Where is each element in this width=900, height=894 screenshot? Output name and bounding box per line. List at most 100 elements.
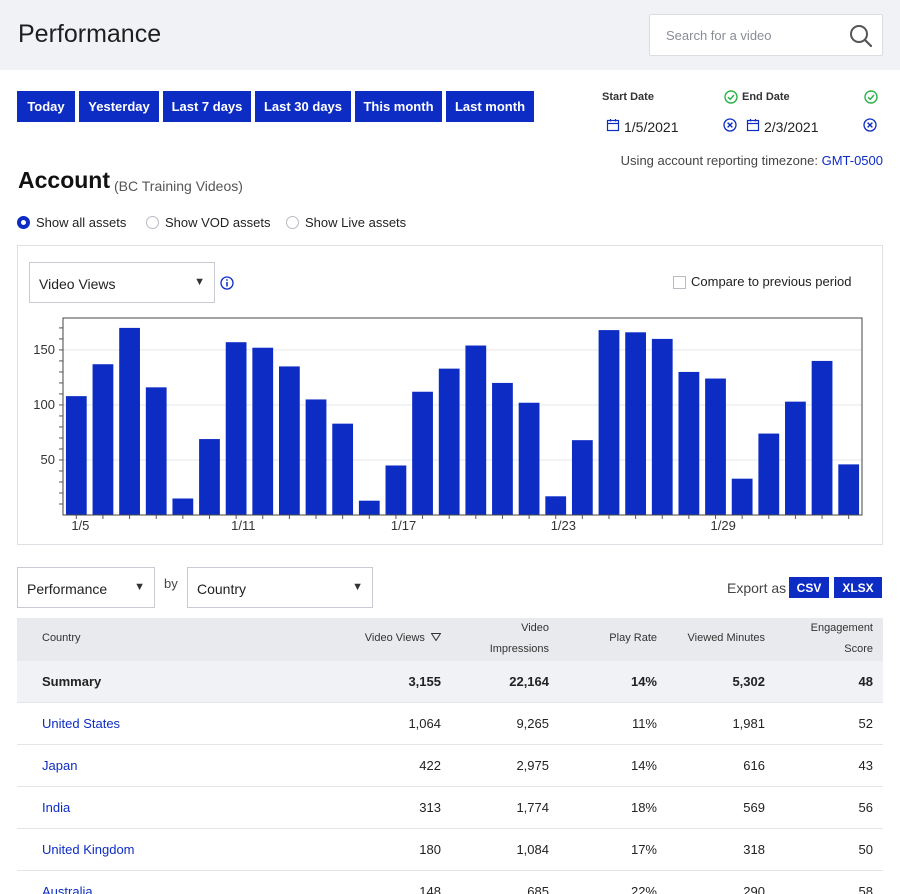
table-row: Japan 422 2,975 14% 616 43 [17,745,883,787]
metric-select[interactable]: Video Views ▼ [29,262,215,303]
video-views-chart: 50 100 150 1/5 1/11 1/17 1/23 1/29 [33,317,863,533]
radio-show-vod-assets[interactable]: Show VOD assets [146,213,271,231]
bar [545,496,567,515]
country-link[interactable]: Australia [42,884,93,894]
x-tick-label: 1/17 [391,518,416,533]
radio-unselected-icon[interactable] [286,215,299,229]
clear-end-date-icon[interactable] [863,118,877,132]
cell-engagement: 52 [858,716,873,731]
last-30-days-button[interactable]: Last 30 days [255,91,351,122]
y-tick-label: 100 [33,397,55,412]
check-circle-icon [864,90,878,104]
sort-down-icon[interactable] [431,633,441,641]
column-header-play-rate[interactable]: Play Rate [609,628,657,649]
column-header-video-impressions[interactable]: Video Impressions [490,618,549,660]
bar [518,402,540,515]
column-header-label: Score [844,643,873,655]
column-header-video-views[interactable]: Video Views [365,628,441,649]
bar [625,332,647,515]
bar [785,401,806,515]
country-link[interactable]: United States [42,716,120,731]
country-link[interactable]: India [42,800,70,815]
radio-show-all-assets[interactable]: Show all assets [17,213,126,231]
table-row: Australia 148 685 22% 290 58 [17,871,883,894]
cell-minutes: 318 [743,842,765,857]
page-header: Performance Search for a video [0,0,900,70]
column-header-country[interactable]: Country [42,628,81,649]
cell-minutes: 290 [743,884,765,894]
compare-checkbox[interactable] [673,276,686,289]
bar [332,423,354,515]
radio-unselected-icon[interactable] [146,215,159,229]
bar [252,347,274,515]
cell-views: 148 [419,884,441,894]
start-date-input[interactable]: 1/5/2021 [624,119,679,135]
summary-row: Summary 3,155 22,164 14% 5,302 48 [17,661,883,703]
last-month-button[interactable]: Last month [446,91,534,122]
x-tick-label: 1/29 [711,518,736,533]
account-subtitle: (BC Training Videos) [114,178,243,194]
cell-play-rate: 14% [630,758,657,773]
bar [571,440,593,515]
cell-minutes: 616 [743,758,765,773]
radio-show-live-assets[interactable]: Show Live assets [286,213,406,231]
cell-impressions: 9,265 [516,716,549,731]
performance-select[interactable]: Performance ▼ [17,567,155,608]
table-row: United Kingdom 180 1,084 17% 318 50 [17,829,883,871]
cell-engagement: 50 [858,842,873,857]
country-link[interactable]: United Kingdom [42,842,135,857]
this-month-button[interactable]: This month [355,91,442,122]
cell-play-rate: 22% [630,884,657,894]
bar [731,478,753,515]
bar [651,338,673,515]
cell-impressions: 1,084 [516,842,549,857]
caret-down-icon: ▼ [134,581,145,593]
yesterday-button[interactable]: Yesterday [79,91,159,122]
performance-select-value: Performance [27,581,108,597]
info-icon[interactable] [220,276,234,290]
export-csv-button[interactable]: CSV [789,577,829,598]
cell-views: 422 [419,758,441,773]
bar [705,378,726,515]
export-xlsx-button[interactable]: XLSX [834,577,882,598]
timezone-prefix: Using account reporting timezone: [620,153,818,168]
cell-views: 1,064 [408,716,441,731]
summary-label: Summary [42,674,102,689]
column-header-label: Impressions [489,643,549,655]
table-row: India 313 1,774 18% 569 56 [17,787,883,829]
table-row: United States 1,064 9,265 11% 1,981 52 [17,703,883,745]
cell-engagement: 48 [858,674,873,689]
country-link[interactable]: Japan [42,758,77,773]
by-label: by [164,576,178,591]
y-tick-label: 150 [33,342,55,357]
end-date-input[interactable]: 2/3/2021 [764,119,819,135]
clear-start-date-icon[interactable] [723,118,737,132]
dimension-select-value: Country [197,581,247,597]
today-button[interactable]: Today [17,91,75,122]
bar [305,399,327,515]
cell-play-rate: 17% [630,842,657,857]
cell-play-rate: 11% [631,716,657,731]
x-tick-label: 1/11 [231,518,255,533]
dimension-select[interactable]: Country ▼ [187,567,373,608]
column-header-label: Video Views [364,632,425,644]
search-icon[interactable] [848,23,874,49]
calendar-icon[interactable] [606,118,620,132]
timezone-link[interactable]: GMT-0500 [822,153,883,168]
cell-minutes: 1,981 [732,716,765,731]
search-input[interactable]: Search for a video [649,14,883,56]
bar [811,360,833,515]
bar [385,465,407,515]
radio-selected-icon[interactable] [17,215,30,229]
bar [598,330,620,515]
bar [358,500,380,515]
column-header-viewed-minutes[interactable]: Viewed Minutes [688,628,765,649]
metric-select-value: Video Views [39,276,116,292]
end-date-label: End Date [742,91,790,103]
last-7-days-button[interactable]: Last 7 days [163,91,251,122]
bar [278,366,300,515]
calendar-icon[interactable] [746,118,760,132]
bar [492,382,513,515]
column-header-engagement-score[interactable]: Engagement Score [811,618,873,660]
cell-views: 3,155 [408,674,441,689]
